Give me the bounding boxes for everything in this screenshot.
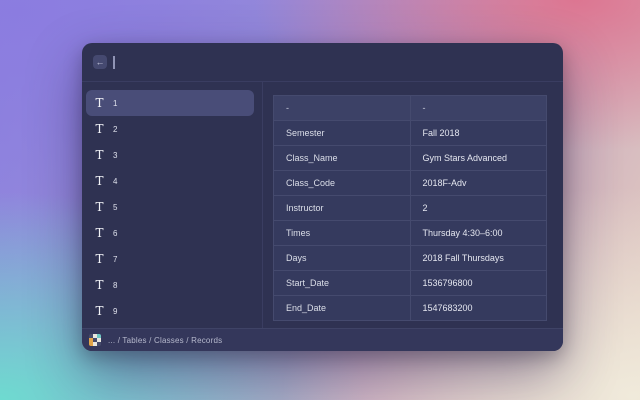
- text-record-icon: T: [93, 278, 106, 292]
- record-list-item[interactable]: T 9: [86, 298, 254, 324]
- field-cell[interactable]: Class_Name: [274, 146, 411, 171]
- field-cell[interactable]: Start_Date: [274, 271, 411, 296]
- value-cell[interactable]: 1547683200: [410, 296, 547, 321]
- record-list-item-label: 6: [113, 229, 118, 238]
- record-list-item-label: 5: [113, 203, 118, 212]
- table-row: End_Date 1547683200: [274, 296, 547, 321]
- value-cell[interactable]: Fall 2018: [410, 121, 547, 146]
- record-list-item[interactable]: T 6: [86, 220, 254, 246]
- record-list-item-label: 7: [113, 255, 118, 264]
- record-list-item[interactable]: T 5: [86, 194, 254, 220]
- value-column-header: -: [410, 96, 547, 121]
- field-cell[interactable]: Times: [274, 221, 411, 246]
- app-window: ← T 1 T 2 T 3 T 4 T 5: [82, 43, 563, 351]
- record-list-item-label: 2: [113, 125, 118, 134]
- table-header-row: - -: [274, 96, 547, 121]
- record-list-item[interactable]: T 7: [86, 246, 254, 272]
- table-row: Start_Date 1536796800: [274, 271, 547, 296]
- field-cell[interactable]: Class_Code: [274, 171, 411, 196]
- field-cell[interactable]: Semester: [274, 121, 411, 146]
- field-cell[interactable]: Days: [274, 246, 411, 271]
- record-list-item[interactable]: T 8: [86, 272, 254, 298]
- field-cell[interactable]: Instructor: [274, 196, 411, 221]
- table-row: Class_Name Gym Stars Advanced: [274, 146, 547, 171]
- text-record-icon: T: [93, 252, 106, 266]
- field-column-header: -: [274, 96, 411, 121]
- table-row: Semester Fall 2018: [274, 121, 547, 146]
- value-cell[interactable]: 2: [410, 196, 547, 221]
- value-cell[interactable]: 2018 Fall Thursdays: [410, 246, 547, 271]
- record-list-item[interactable]: T 4: [86, 168, 254, 194]
- back-arrow-icon: ←: [96, 55, 105, 69]
- record-list-item[interactable]: T 2: [86, 116, 254, 142]
- breadcrumb[interactable]: ... / Tables / Classes / Records: [108, 336, 222, 345]
- record-list-item-label: 1: [113, 99, 118, 108]
- toolbar: ←: [82, 43, 563, 82]
- record-list-item[interactable]: T 3: [86, 142, 254, 168]
- field-cell[interactable]: End_Date: [274, 296, 411, 321]
- text-record-icon: T: [93, 304, 106, 318]
- record-list-item[interactable]: T 1: [86, 90, 254, 116]
- record-list-item-label: 3: [113, 151, 118, 160]
- value-cell[interactable]: Thursday 4:30–6:00: [410, 221, 547, 246]
- record-list-item-label: 8: [113, 281, 118, 290]
- value-cell[interactable]: Gym Stars Advanced: [410, 146, 547, 171]
- text-record-icon: T: [93, 96, 106, 110]
- table-row: Times Thursday 4:30–6:00: [274, 221, 547, 246]
- text-caret: [113, 56, 115, 69]
- text-record-icon: T: [93, 226, 106, 240]
- record-detail-panel: - - Semester Fall 2018 Class_Name Gym St…: [263, 82, 563, 328]
- back-button[interactable]: ←: [93, 55, 107, 69]
- record-list-item-label: 9: [113, 307, 118, 316]
- value-cell[interactable]: 1536796800: [410, 271, 547, 296]
- text-record-icon: T: [93, 200, 106, 214]
- record-detail-table: - - Semester Fall 2018 Class_Name Gym St…: [273, 95, 547, 321]
- search-input[interactable]: [113, 52, 563, 72]
- record-list-sidebar: T 1 T 2 T 3 T 4 T 5 T 6: [82, 82, 263, 328]
- text-record-icon: T: [93, 148, 106, 162]
- text-record-icon: T: [93, 122, 106, 136]
- app-grid-icon: [89, 334, 101, 346]
- table-row: Class_Code 2018F-Adv: [274, 171, 547, 196]
- table-row: Instructor 2: [274, 196, 547, 221]
- status-bar: ... / Tables / Classes / Records: [82, 328, 563, 351]
- record-list-item-label: 4: [113, 177, 118, 186]
- table-row: Days 2018 Fall Thursdays: [274, 246, 547, 271]
- value-cell[interactable]: 2018F-Adv: [410, 171, 547, 196]
- text-record-icon: T: [93, 174, 106, 188]
- content-area: T 1 T 2 T 3 T 4 T 5 T 6: [82, 82, 563, 328]
